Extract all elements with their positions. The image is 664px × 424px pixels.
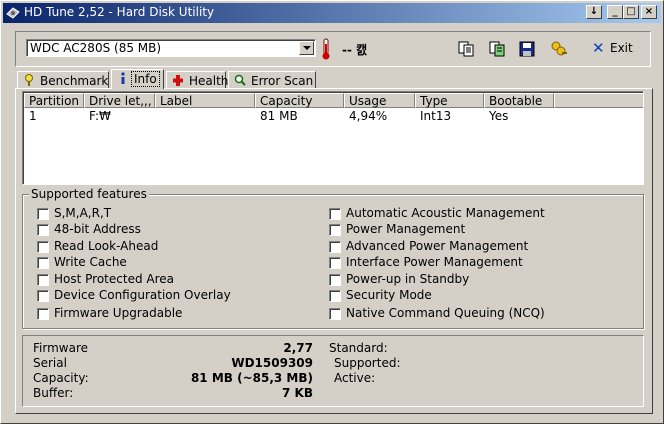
- maximize-icon: □: [626, 6, 636, 17]
- options-keys-icon[interactable]: [550, 40, 568, 58]
- supported-features-group: Supported features S,M,A,R,T 48-bit Addr…: [22, 187, 644, 329]
- partition-list[interactable]: Partition Drive let,,, Label Capacity Us…: [22, 91, 644, 185]
- copy-all-icon[interactable]: [488, 40, 506, 58]
- tab-benchmark-label: Benchmark: [40, 74, 109, 88]
- stopwatch-icon: [25, 74, 33, 86]
- checkbox[interactable]: [329, 308, 341, 320]
- app-disk-icon: [6, 7, 20, 19]
- drive-select-value: WDC AC280S (85 MB): [30, 41, 162, 55]
- checkbox[interactable]: [37, 224, 49, 236]
- supported-features-title: Supported features: [29, 187, 149, 201]
- down-arrow-icon: ↓: [589, 6, 599, 17]
- checkbox[interactable]: [329, 290, 341, 302]
- magnifier-icon: [234, 74, 246, 86]
- column-header-usage[interactable]: Usage: [344, 93, 415, 108]
- checkbox[interactable]: [37, 241, 49, 253]
- tab-bar: Benchmark Info Health Error Scan: [15, 69, 655, 89]
- close-icon: ×: [644, 6, 654, 17]
- feature-label: Power Management: [346, 222, 466, 236]
- cell-capacity: 81 MB: [260, 109, 298, 123]
- buffer-value: 7 KB: [282, 386, 313, 400]
- minimize-icon: _: [612, 6, 618, 17]
- checkbox[interactable]: [37, 257, 49, 269]
- cell-drive-letter: F:₩: [89, 109, 111, 123]
- temperature-readout: -- 캜: [342, 43, 368, 57]
- thermometer-icon: [322, 38, 330, 60]
- exit-button[interactable]: ✕ Exit: [590, 39, 642, 59]
- window-title: HD Tune 2,52 - Hard Disk Utility: [24, 5, 215, 19]
- drive-info-box: Firmware 2,77 Serial WD1509309 Capacity:…: [22, 335, 644, 407]
- feature-label: Interface Power Management: [346, 255, 523, 269]
- tab-error-scan[interactable]: Error Scan: [228, 71, 316, 89]
- tab-health-label: Health: [189, 74, 229, 88]
- tab-error-scan-label: Error Scan: [251, 74, 314, 88]
- feature-label: S,M,A,R,T: [54, 206, 112, 220]
- active-label: Active:: [334, 371, 376, 385]
- checkbox[interactable]: [37, 290, 49, 302]
- close-button[interactable]: ×: [641, 5, 657, 19]
- checkbox[interactable]: [37, 308, 49, 320]
- title-bar[interactable]: HD Tune 2,52 - Hard Disk Utility ↓ _ □ ×: [3, 3, 661, 23]
- exit-label: Exit: [610, 41, 633, 55]
- column-header-filler: [554, 93, 643, 108]
- info-panel: Partition Drive let,,, Label Capacity Us…: [15, 88, 653, 414]
- system-menu-button[interactable]: ↓: [586, 5, 602, 19]
- standard-label: Standard:: [329, 341, 388, 355]
- column-header-drive-letter[interactable]: Drive let,,,: [84, 93, 155, 108]
- chevron-down-icon[interactable]: [299, 41, 314, 55]
- column-header-type[interactable]: Type: [415, 93, 484, 108]
- checkbox[interactable]: [329, 241, 341, 253]
- drive-select[interactable]: WDC AC280S (85 MB): [26, 39, 316, 57]
- column-header-capacity[interactable]: Capacity: [255, 93, 344, 108]
- minimize-button[interactable]: _: [607, 5, 623, 19]
- column-header-bootable[interactable]: Bootable: [484, 93, 554, 108]
- checkbox[interactable]: [329, 208, 341, 220]
- checkbox[interactable]: [37, 208, 49, 220]
- exit-x-icon: ✕: [592, 39, 605, 57]
- feature-label: Host Protected Area: [54, 272, 174, 286]
- buffer-label: Buffer:: [33, 386, 74, 400]
- tab-health[interactable]: Health: [166, 71, 229, 89]
- feature-label: Firmware Upgradable: [54, 306, 183, 320]
- health-cross-icon: [173, 75, 183, 86]
- supported-label: Supported:: [334, 356, 401, 370]
- checkbox[interactable]: [329, 224, 341, 236]
- cell-bootable: Yes: [489, 109, 509, 123]
- cell-type: Int13: [420, 109, 452, 123]
- feature-label: Read Look-Ahead: [54, 239, 159, 253]
- toolbar: WDC AC280S (85 MB) -- 캜 ✕ Exit: [15, 31, 651, 67]
- tab-info[interactable]: Info: [111, 69, 164, 89]
- feature-label: Device Configuration Overlay: [54, 288, 231, 302]
- firmware-label: Firmware: [33, 341, 88, 355]
- capacity-value: 81 MB (~85,3 MB): [190, 371, 313, 385]
- feature-label: Write Cache: [54, 255, 127, 269]
- save-icon[interactable]: [518, 40, 536, 58]
- feature-label: Power-up in Standby: [346, 272, 470, 286]
- capacity-label: Capacity:: [33, 371, 89, 385]
- info-icon: [121, 72, 125, 84]
- maximize-button[interactable]: □: [623, 5, 639, 19]
- feature-label: Native Command Queuing (NCQ): [346, 306, 545, 320]
- checkbox[interactable]: [37, 274, 49, 286]
- checkbox[interactable]: [329, 257, 341, 269]
- cell-usage: 4,94%: [349, 109, 388, 123]
- feature-label: 48-bit Address: [54, 222, 141, 236]
- copy-icon[interactable]: [457, 40, 475, 58]
- feature-label: Advanced Power Management: [346, 239, 529, 253]
- tab-info-label: Info: [131, 71, 160, 87]
- column-header-partition[interactable]: Partition: [24, 93, 84, 108]
- main-window: HD Tune 2,52 - Hard Disk Utility ↓ _ □ ×…: [0, 0, 664, 424]
- tab-benchmark[interactable]: Benchmark: [17, 71, 109, 89]
- feature-label: Security Mode: [346, 288, 432, 302]
- cell-partition: 1: [29, 109, 37, 123]
- checkbox[interactable]: [329, 274, 341, 286]
- column-header-label[interactable]: Label: [155, 93, 255, 108]
- feature-label: Automatic Acoustic Management: [346, 206, 545, 220]
- firmware-value: 2,77: [283, 341, 313, 355]
- serial-value: WD1509309: [231, 356, 313, 370]
- serial-label: Serial: [33, 356, 67, 370]
